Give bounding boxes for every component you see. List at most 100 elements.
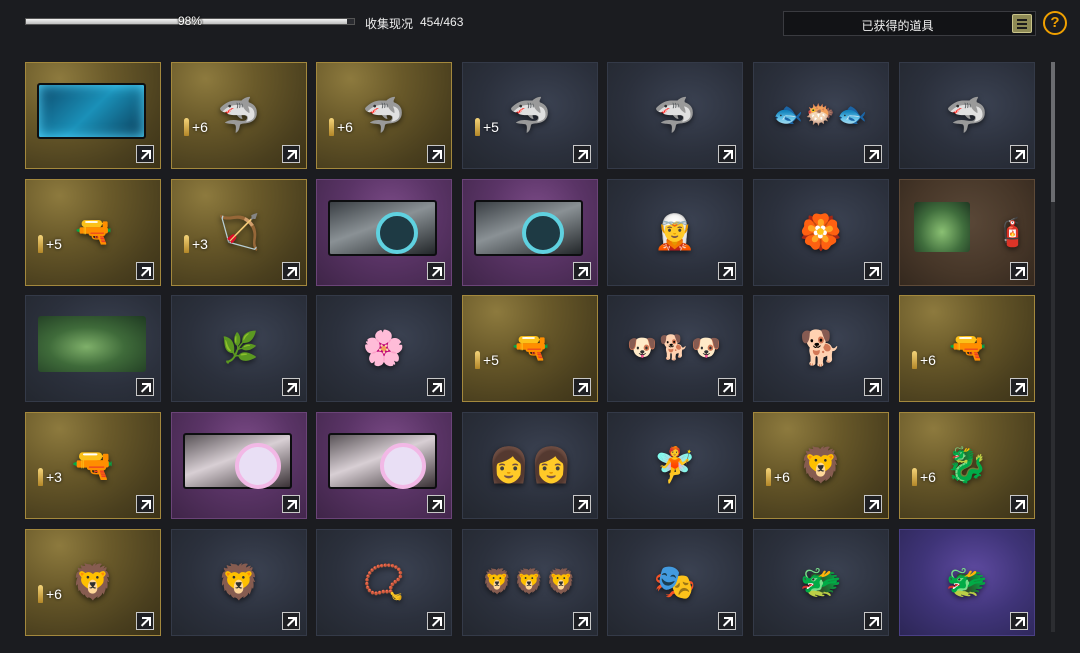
open-item-arrow-icon[interactable] xyxy=(427,378,445,396)
item-tile-lucky-bracelet[interactable]: 📿 xyxy=(316,529,452,636)
owned-items-filter-dropdown[interactable]: 已获得的道具 xyxy=(783,11,1036,36)
item-icon: 🧯 xyxy=(994,215,1030,247)
item-icon: 🔫 xyxy=(949,330,986,364)
ammo-bonus-value: +6 xyxy=(920,469,936,485)
item-icon: 🐶🐕🐶 xyxy=(627,334,723,362)
ammo-bonus-value: +3 xyxy=(192,236,208,252)
ammo-bonus-badge: +6 xyxy=(766,468,790,486)
help-button[interactable]: ? xyxy=(1043,11,1067,35)
item-tile-lion-pet[interactable]: 🦁 +6 xyxy=(753,412,889,519)
open-item-arrow-icon[interactable] xyxy=(1010,378,1028,396)
item-banner-image xyxy=(37,83,146,139)
ammo-bonus-value: +5 xyxy=(46,236,62,252)
item-icon: 🦁 xyxy=(799,445,843,484)
item-banner-image xyxy=(183,433,292,489)
open-item-arrow-icon[interactable] xyxy=(1010,495,1028,513)
item-icon: 📿 xyxy=(362,562,406,601)
open-item-arrow-icon[interactable] xyxy=(864,495,882,513)
item-tile-dark-shark[interactable]: 🦈 xyxy=(607,62,743,169)
item-tile-blue-shark[interactable]: 🦈 +6 xyxy=(316,62,452,169)
item-icon: 🔫 xyxy=(512,330,549,364)
open-item-arrow-icon[interactable] xyxy=(573,378,591,396)
item-tile-lion-dance-set[interactable]: 🦁🦁🦁 xyxy=(462,529,598,636)
item-tile-sniper-rifle[interactable]: 🔫 +5 xyxy=(25,179,161,286)
open-item-arrow-icon[interactable] xyxy=(282,378,300,396)
open-item-arrow-icon[interactable] xyxy=(136,378,154,396)
item-icon: 🐕 xyxy=(799,328,843,367)
bullet-icon xyxy=(912,468,917,486)
open-item-arrow-icon[interactable] xyxy=(573,145,591,163)
open-item-arrow-icon[interactable] xyxy=(282,612,300,630)
item-icon: 🦁 xyxy=(217,562,261,601)
open-item-arrow-icon[interactable] xyxy=(718,145,736,163)
open-item-arrow-icon[interactable] xyxy=(282,262,300,280)
item-tile-shiba-dog[interactable]: 🐕 xyxy=(753,295,889,402)
open-item-arrow-icon[interactable] xyxy=(282,145,300,163)
open-item-arrow-icon[interactable] xyxy=(1010,262,1028,280)
scrollbar-thumb[interactable] xyxy=(1051,62,1055,202)
item-tile-ice-shark[interactable]: 🦈 +5 xyxy=(462,62,598,169)
item-tile-crossbow[interactable]: 🏹 +3 xyxy=(171,179,307,286)
menu-icon[interactable] xyxy=(1012,14,1032,33)
open-item-arrow-icon[interactable] xyxy=(864,378,882,396)
item-tile-pink-scope-card[interactable] xyxy=(171,412,307,519)
open-item-arrow-icon[interactable] xyxy=(864,262,882,280)
collection-status-count: 454/463 xyxy=(420,15,464,29)
open-item-arrow-icon[interactable] xyxy=(573,495,591,513)
open-item-arrow-icon[interactable] xyxy=(136,495,154,513)
item-tile-flower-garland[interactable]: 🌿 xyxy=(171,295,307,402)
item-tile-shark-mascot[interactable]: 🦈 xyxy=(899,62,1035,169)
open-item-arrow-icon[interactable] xyxy=(573,262,591,280)
open-item-arrow-icon[interactable] xyxy=(427,612,445,630)
open-item-arrow-icon[interactable] xyxy=(427,495,445,513)
item-tile-flower-girl[interactable]: 🧚 xyxy=(607,412,743,519)
item-tile-spray-set[interactable]: 🧯 xyxy=(899,179,1035,286)
item-tile-dragon-figure[interactable]: 🐲 xyxy=(753,529,889,636)
item-tile-pink-pistol[interactable]: 🔫 +3 xyxy=(25,412,161,519)
open-item-arrow-icon[interactable] xyxy=(282,495,300,513)
item-tile-star-badge[interactable]: 🏵️ xyxy=(753,179,889,286)
item-tile-elf-figure[interactable]: 🧝 xyxy=(607,179,743,286)
item-tile-scope-card-2[interactable] xyxy=(462,179,598,286)
open-item-arrow-icon[interactable] xyxy=(718,378,736,396)
open-item-arrow-icon[interactable] xyxy=(136,145,154,163)
item-tile-forest-card[interactable] xyxy=(25,295,161,402)
item-tile-purple-dragon-pet[interactable]: 🐲 xyxy=(899,529,1035,636)
item-tile-lion-dance-pet[interactable]: 🦁 xyxy=(171,529,307,636)
open-item-arrow-icon[interactable] xyxy=(427,145,445,163)
item-tile-dragon-pet[interactable]: 🐉 +6 xyxy=(899,412,1035,519)
ammo-bonus-value: +5 xyxy=(483,119,499,135)
item-tile-circuit-card[interactable] xyxy=(25,62,161,169)
item-icon: 🐉 xyxy=(945,445,989,484)
open-item-arrow-icon[interactable] xyxy=(718,495,736,513)
item-tile-shark-set[interactable]: 🐟🐡🐟 xyxy=(753,62,889,169)
open-item-arrow-icon[interactable] xyxy=(864,612,882,630)
ammo-bonus-value: +6 xyxy=(774,469,790,485)
open-item-arrow-icon[interactable] xyxy=(136,262,154,280)
item-icon: 🦈 xyxy=(508,95,552,134)
item-tile-purple-shark[interactable]: 🦈 +6 xyxy=(171,62,307,169)
item-tile-two-characters[interactable]: 👩👩 xyxy=(462,412,598,519)
item-icon: 🦈 xyxy=(362,95,406,134)
open-item-arrow-icon[interactable] xyxy=(573,612,591,630)
grid-scrollbar[interactable] xyxy=(1051,62,1055,632)
item-icon: 🔫 xyxy=(71,445,115,484)
open-item-arrow-icon[interactable] xyxy=(1010,612,1028,630)
open-item-arrow-icon[interactable] xyxy=(1010,145,1028,163)
ammo-bonus-badge: +5 xyxy=(475,351,499,369)
item-tile-dog-set[interactable]: 🐶🐕🐶 xyxy=(607,295,743,402)
item-tile-scope-card[interactable] xyxy=(316,179,452,286)
item-tile-lion-pet-2[interactable]: 🦁 +6 xyxy=(25,529,161,636)
open-item-arrow-icon[interactable] xyxy=(136,612,154,630)
item-tile-long-rifle[interactable]: 🔫 +5 xyxy=(462,295,598,402)
open-item-arrow-icon[interactable] xyxy=(864,145,882,163)
open-item-arrow-icon[interactable] xyxy=(718,262,736,280)
open-item-arrow-icon[interactable] xyxy=(718,612,736,630)
item-tile-pink-scope-card-2[interactable] xyxy=(316,412,452,519)
item-tile-pink-rifle[interactable]: 🔫 +6 xyxy=(899,295,1035,402)
bullet-icon xyxy=(766,468,771,486)
item-tile-white-lily[interactable]: 🌸 xyxy=(316,295,452,402)
open-item-arrow-icon[interactable] xyxy=(427,262,445,280)
item-icon: 🐲 xyxy=(799,562,843,601)
item-tile-lion-dance-head[interactable]: 🎭 xyxy=(607,529,743,636)
